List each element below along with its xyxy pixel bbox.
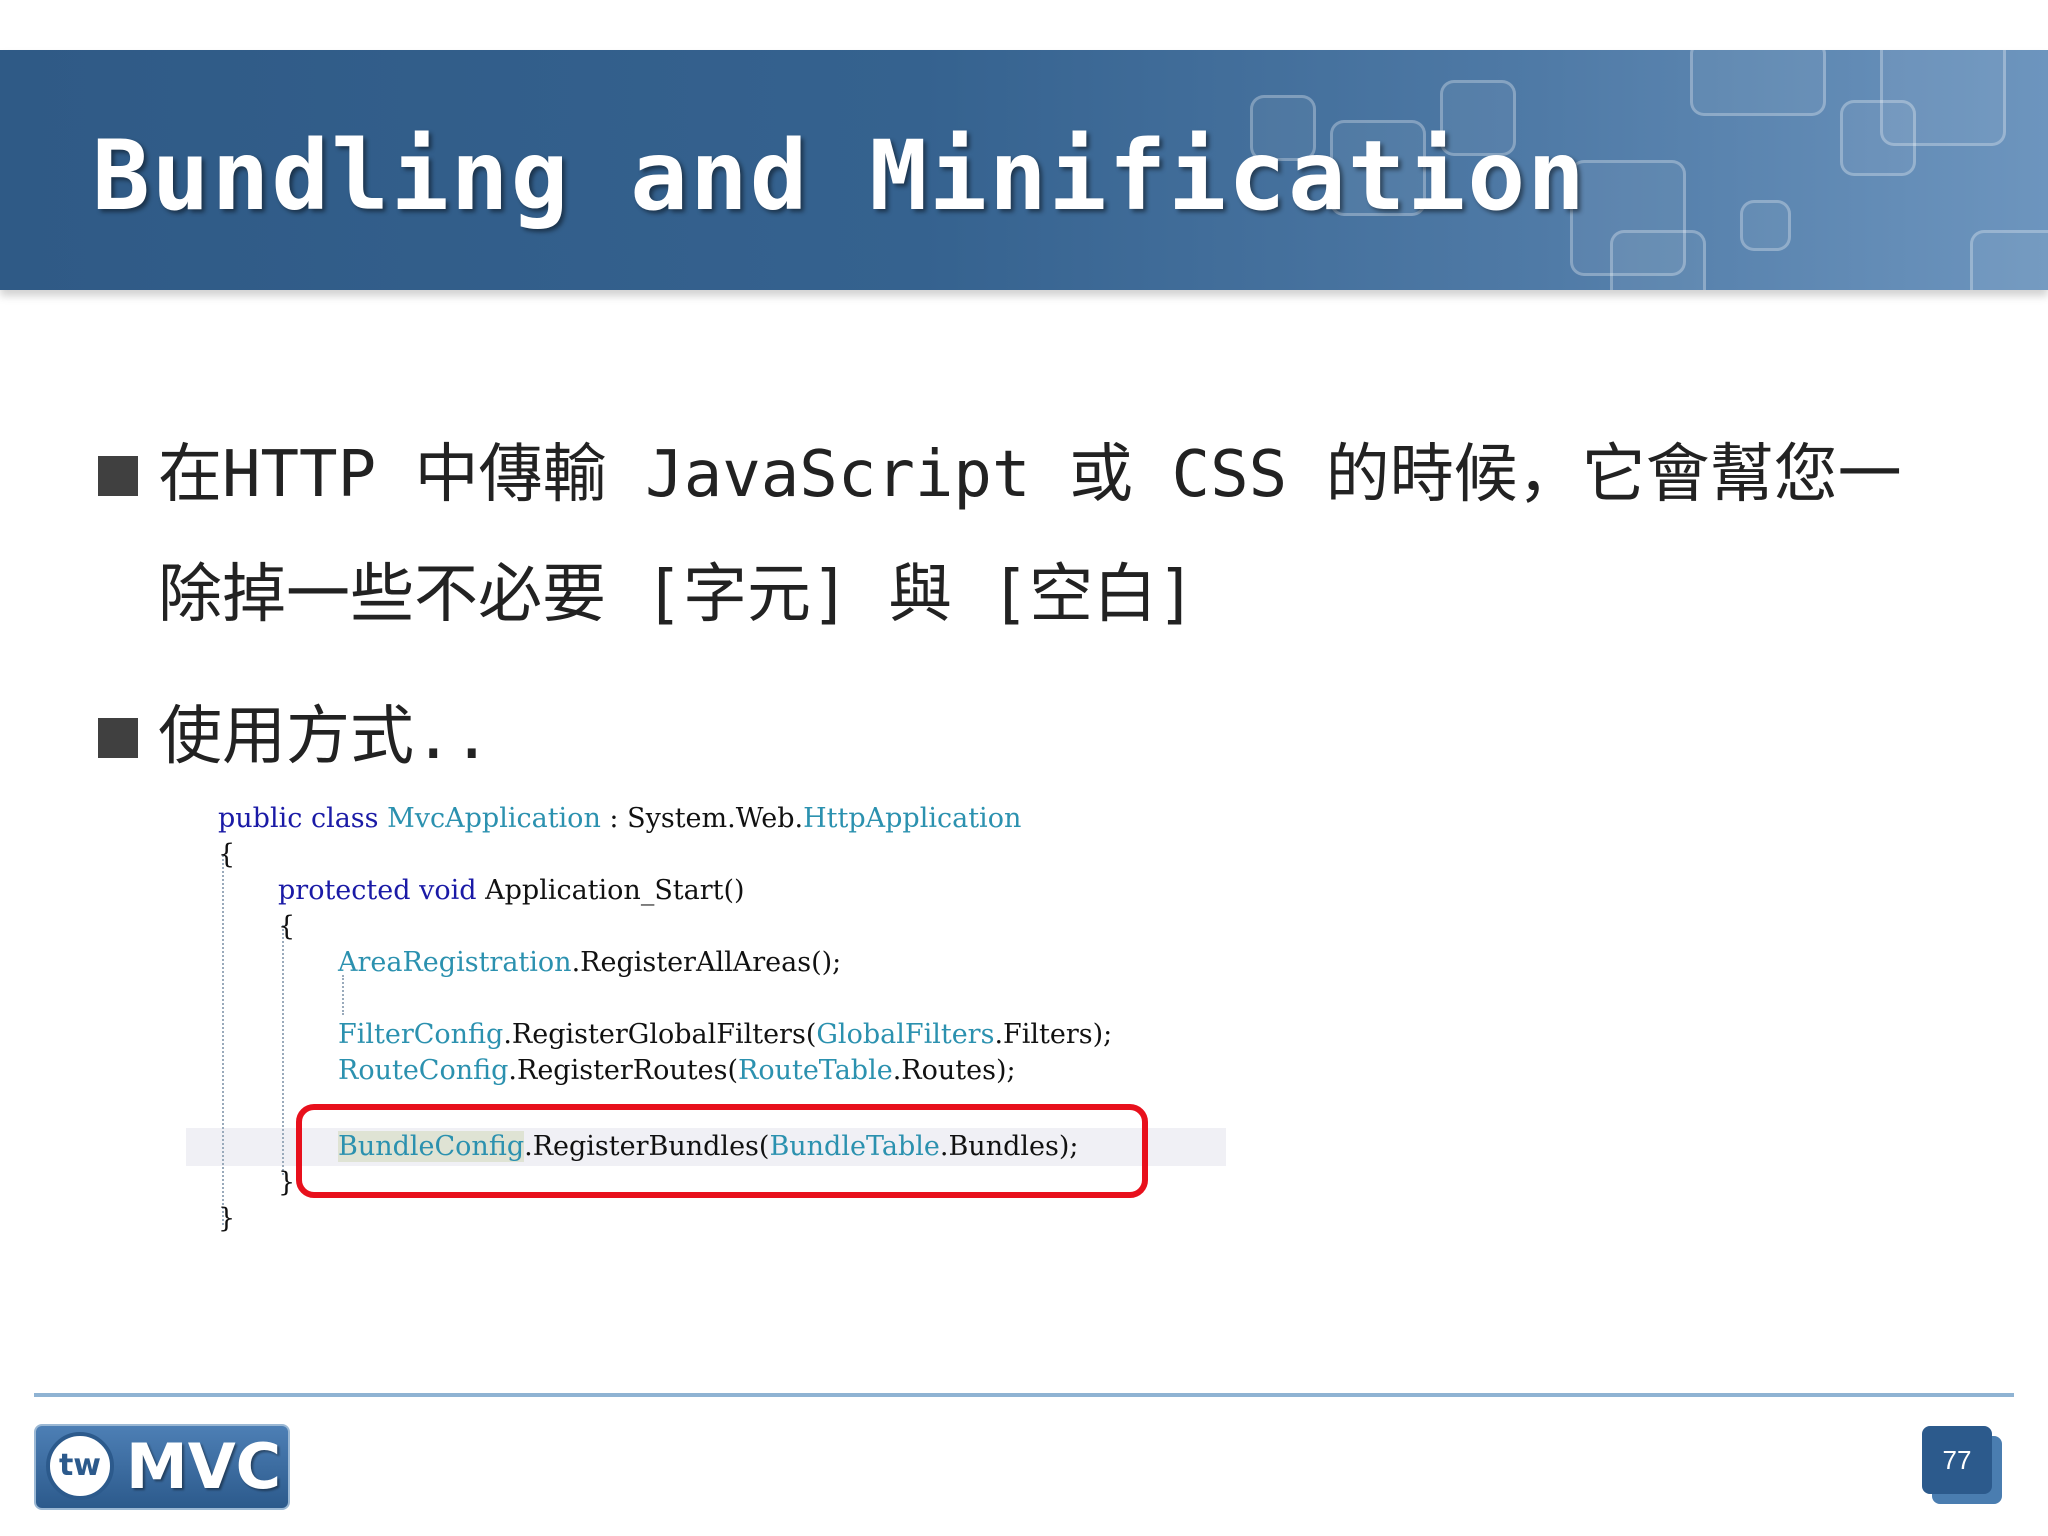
- code-line: public class MvcApplication : System.Web…: [218, 803, 1022, 834]
- logo-text: MVC: [126, 1430, 282, 1503]
- code-line: RouteConfig.RegisterRoutes(RouteTable.Ro…: [338, 1055, 1016, 1086]
- page-number: 77: [1922, 1426, 1992, 1494]
- code-line: }: [218, 1203, 236, 1234]
- decor-square: [1880, 50, 2006, 146]
- bullet-text-line: 在HTTP 中傳輸 JavaScript 或 CSS 的時候，它會幫您一: [158, 438, 1902, 512]
- code-line: }: [278, 1167, 296, 1198]
- code-line: AreaRegistration.RegisterAllAreas();: [338, 947, 842, 978]
- indent-guide: [282, 925, 284, 1175]
- code-line: protected void Application_Start(): [278, 875, 745, 906]
- decor-square: [1610, 230, 1706, 290]
- indent-guide: [342, 975, 344, 1015]
- bullet-text-line: 使用方式..: [158, 700, 492, 774]
- footer-divider: [34, 1393, 2014, 1397]
- title-bar: Bundling and Minification: [0, 50, 2048, 290]
- code-line: {: [278, 911, 296, 942]
- bullet-text-line: 除掉一些不必要 [字元] 與 [空白]: [158, 558, 1196, 632]
- logo-circle: tw: [46, 1432, 114, 1500]
- highlight-box: [296, 1104, 1148, 1198]
- indent-guide: [222, 855, 224, 1225]
- code-line: FilterConfig.RegisterGlobalFilters(Globa…: [338, 1019, 1113, 1050]
- twmvc-logo: tw MVC: [34, 1424, 290, 1510]
- decor-square: [1740, 200, 1791, 251]
- decor-square: [1690, 50, 1826, 116]
- slide-title: Bundling and Minification: [92, 120, 1587, 232]
- bullet-marker: [98, 456, 138, 496]
- bullet-marker: [98, 718, 138, 758]
- code-line: {: [218, 839, 236, 870]
- decor-square: [1970, 230, 2048, 290]
